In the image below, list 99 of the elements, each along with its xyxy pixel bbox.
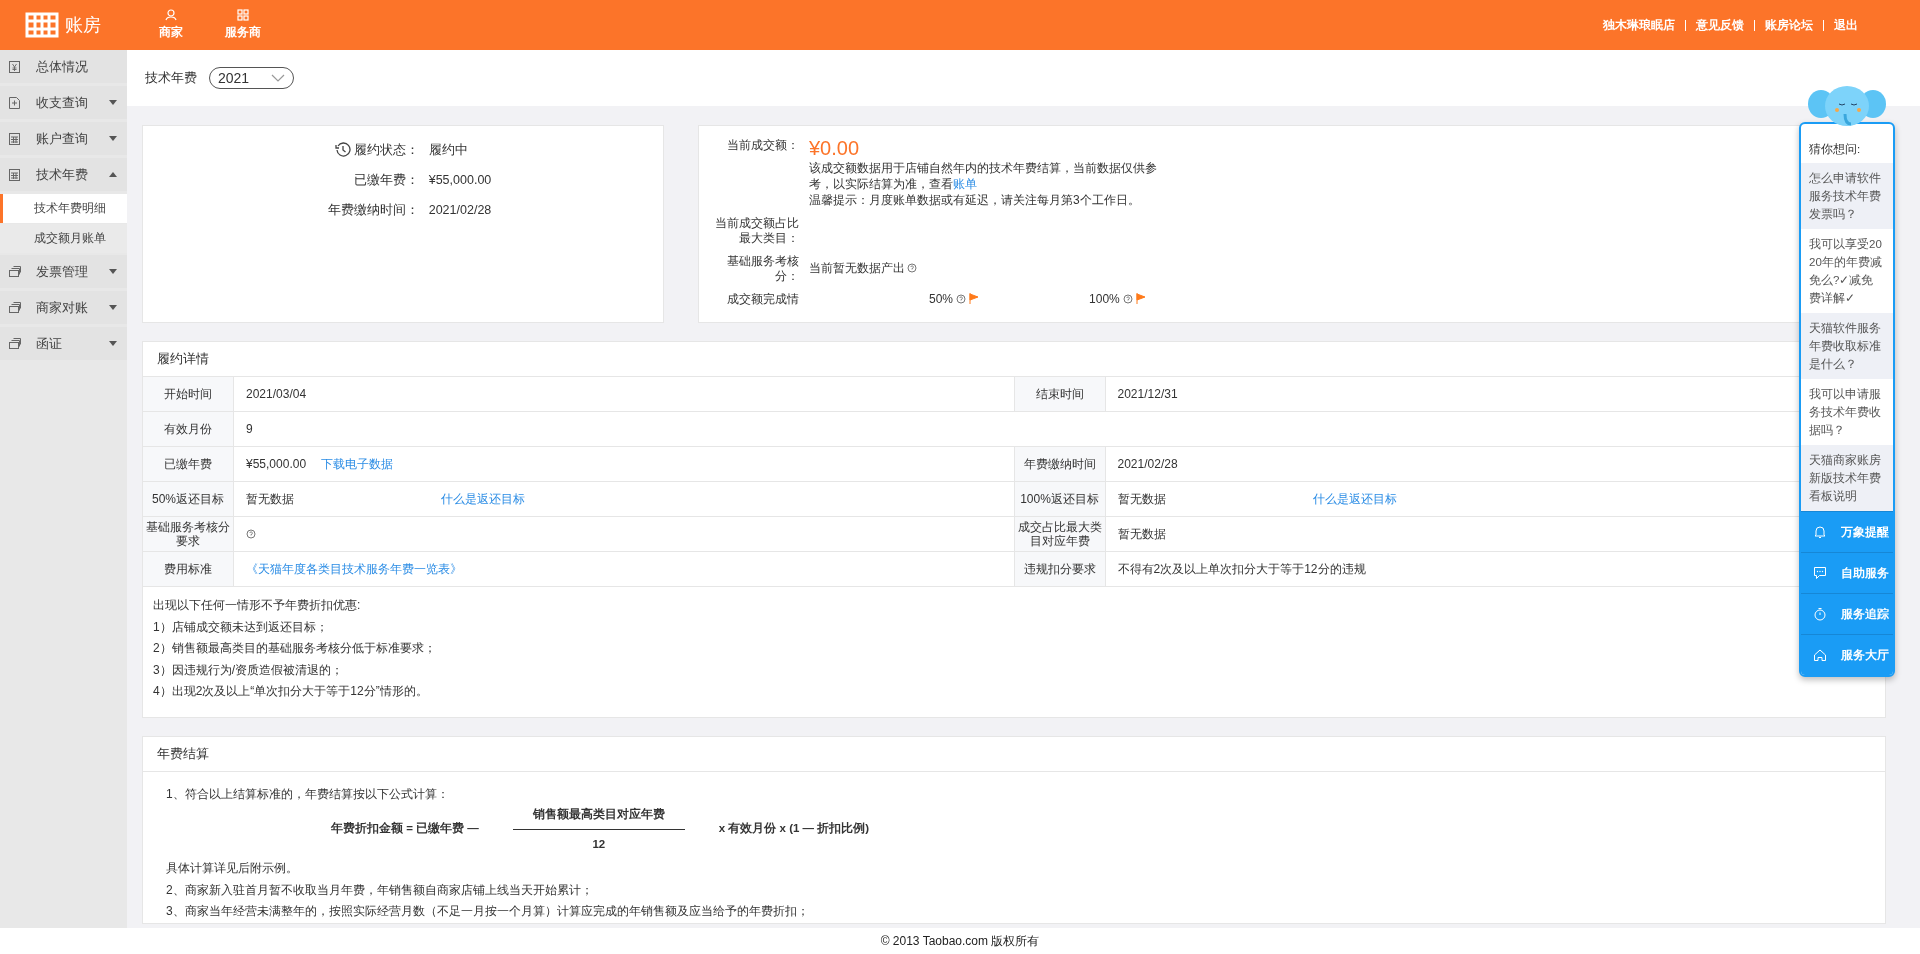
field-label: 当前成交额占比最大类目：	[714, 215, 799, 246]
table-label: 有效月份	[143, 412, 234, 446]
stack-icon	[8, 264, 22, 279]
formula-text: 年费折扣金额 = 已缴年费 —	[331, 821, 479, 836]
question-item[interactable]: 天猫软件服务年费收取标准是什么？	[1801, 313, 1893, 379]
text-line: 3、商家当年经营未满整年的，按照实际经营月数（不足一月按一个月算）计算应完成的年销售额及应当给予的年费折扣；	[166, 903, 809, 920]
field-value: 履约中	[428, 142, 469, 158]
field-label: 成交额完成情	[726, 291, 799, 307]
table-link[interactable]: 什么是返还目标	[1312, 490, 1397, 508]
table-value: 2021/12/31	[1117, 387, 1178, 401]
tip-text: 温馨提示：月度账单数据或有延迟，请关注每月第3个工作日。	[809, 192, 1141, 208]
field-label: 当前成交额：	[726, 137, 799, 154]
table-label: 开始时间	[143, 377, 234, 411]
sidebar-item[interactable]: 收支查询	[0, 86, 127, 119]
caret-down-icon	[109, 100, 117, 105]
milestone-label: 100%	[1089, 290, 1120, 307]
table-label: 违规扣分要求	[1013, 552, 1106, 586]
caret-down-icon	[109, 341, 117, 346]
note-line: 出现以下任何一情形不予年费折扣优惠:	[153, 597, 361, 614]
table-link[interactable]: 什么是返还目标	[441, 490, 525, 508]
formula-numerator: 销售额最高类目对应年费	[512, 807, 685, 830]
table-value: 9	[246, 422, 253, 436]
section-title: 年费结算	[143, 736, 1885, 772]
stopwatch-icon	[1813, 607, 1827, 621]
question-item[interactable]: 我可以申请服务技术年费收据吗？	[1801, 379, 1893, 445]
chevron-down-icon	[271, 74, 286, 82]
home-icon	[1813, 648, 1827, 662]
table-label: 基础服务考核分要求	[143, 517, 234, 551]
field-label: 年费缴纳时间：	[327, 202, 419, 218]
filter-label: 技术年费	[145, 69, 197, 87]
note-line: 1）店铺成交额未达到返还目标；	[153, 618, 328, 636]
chat-icon	[1813, 566, 1827, 580]
calculator-icon	[8, 167, 22, 182]
table-label: 已缴年费	[143, 447, 234, 481]
question-item[interactable]: 怎么申请软件服务技术年费发票吗？	[1801, 163, 1893, 229]
bell-icon	[1813, 525, 1827, 539]
amount-value: ¥0.00	[809, 136, 860, 160]
sidebar-item[interactable]: 函证	[0, 327, 127, 360]
table-label: 成交占比最大类目对应年费	[1013, 517, 1106, 551]
table-value: ¥55,000.00	[246, 457, 307, 471]
bill-link[interactable]: 账单	[953, 177, 977, 191]
sidebar-item[interactable]: 技术年费	[0, 158, 127, 191]
field-label: 基础服务考核分：	[726, 253, 799, 284]
sidebar-item[interactable]: 账户查询	[0, 122, 127, 155]
clock-history-icon	[334, 142, 351, 158]
formula-text: x 有效月份 x (1 — 折扣比例)	[718, 821, 870, 836]
text-line: 1、符合以上结算标准的，年费结算按以下公式计算：	[166, 785, 449, 803]
panel-title: 猜你想问:	[1808, 142, 1862, 157]
table-value: 2021/03/04	[246, 387, 307, 401]
app-logo-text: 账房	[65, 14, 101, 37]
sidebar-item[interactable]: 总体情况	[0, 50, 127, 83]
person-icon	[165, 9, 177, 21]
table-label: 100%返还目标	[1013, 482, 1106, 516]
help-icon	[956, 293, 967, 304]
sidebar-item[interactable]: 发票管理	[0, 255, 127, 288]
field-value: 2021/02/28	[428, 202, 492, 218]
table-value: 不得有2次及以上单次扣分大于等于12分的违规	[1117, 560, 1366, 578]
caret-down-icon	[109, 269, 117, 274]
note-text: 该成交额数据用于店铺自然年内的技术年费结算，当前数据仅供参考，以实际结算为准，查看账单	[809, 160, 1158, 192]
table-label: 50%返还目标	[143, 482, 234, 516]
table-value: 暂无数据	[246, 490, 294, 508]
text-line: 2、商家新入驻首月暂不收取当月年费，年销售额自商家店铺上线当天开始累计；	[166, 881, 593, 899]
table-link[interactable]: 下载电子数据	[321, 455, 394, 473]
field-label: 履约状态：	[353, 142, 419, 158]
field-value: ¥55,000.00	[428, 172, 492, 188]
question-item[interactable]: 我可以享受2020年的年费减免么?✓减免费详解✓	[1801, 229, 1893, 313]
doc-icon	[8, 95, 22, 110]
abacus-logo-icon	[25, 12, 59, 38]
question-item[interactable]: 天猫商家账房新版技术年费看板说明	[1801, 445, 1893, 511]
help-icon	[907, 263, 917, 273]
sidebar-item[interactable]: 商家对账	[0, 291, 127, 324]
note-line: 2）销售额最高类目的基础服务考核分低于标准要求；	[153, 640, 436, 657]
note-line: 4）出现2次及以上“单次扣分大于等于12分”情形的。	[153, 683, 428, 700]
milestone-label: 50%	[929, 290, 954, 307]
help-icon	[1122, 293, 1133, 304]
caret-down-icon	[109, 305, 117, 310]
field-label: 已缴年费：	[353, 172, 419, 188]
note-line: 3）因违规行为/资质造假被清退的；	[153, 661, 343, 679]
calculator-icon	[8, 131, 22, 146]
doc-yen-icon	[8, 59, 22, 74]
flag-icon	[969, 293, 980, 304]
table-link[interactable]: 《天猫年度各类目技术服务年费一览表》	[246, 560, 462, 578]
table-value: 暂无数据	[1117, 525, 1166, 543]
table-label: 费用标准	[143, 552, 234, 586]
formula-denominator: 12	[592, 838, 606, 850]
table-value: 2021/02/28	[1117, 457, 1178, 471]
table-value: 暂无数据	[1117, 490, 1166, 508]
field-value: 当前暂无数据产出	[809, 260, 905, 276]
footer-text: © 2013 Taobao.com 版权所有	[0, 928, 1920, 954]
stack-icon	[8, 300, 22, 315]
sidebar-subitem[interactable]: 技术年费明细	[0, 194, 127, 223]
caret-up-icon	[109, 172, 117, 177]
table-label: 结束时间	[1013, 377, 1106, 411]
flag-icon	[1135, 293, 1146, 304]
grid-icon	[237, 9, 249, 21]
text-line: 具体计算详见后附示例。	[166, 860, 298, 877]
table-label: 年费缴纳时间	[1013, 447, 1106, 481]
caret-down-icon	[109, 136, 117, 141]
stack-icon	[8, 336, 22, 351]
